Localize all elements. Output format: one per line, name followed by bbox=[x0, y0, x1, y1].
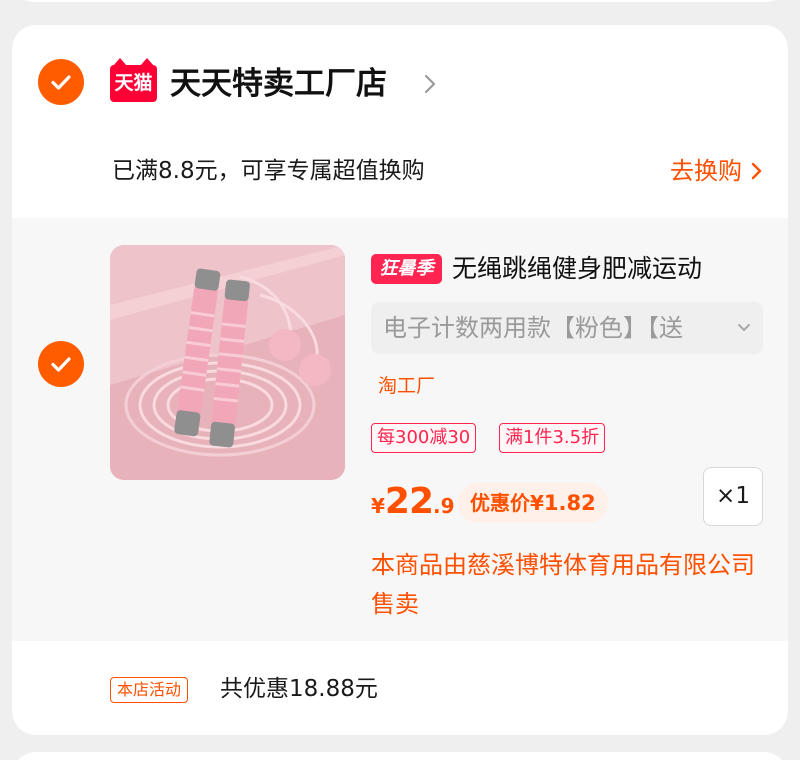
product-title[interactable]: 无绳跳绳健身肥减运动 bbox=[452, 249, 702, 289]
swap-purchase-label: 去换购 bbox=[670, 157, 742, 185]
price-integer: 22 bbox=[384, 481, 434, 522]
price-currency: ¥ bbox=[371, 494, 385, 518]
discount-price-badge: 优惠价¥1.82 bbox=[458, 483, 608, 523]
discount-currency: ¥ bbox=[530, 491, 544, 515]
factory-tag: 淘工厂 bbox=[378, 375, 436, 397]
check-icon bbox=[51, 357, 71, 372]
shop-activity-badge[interactable]: 本店活动 bbox=[110, 677, 189, 703]
shop-select-checkbox[interactable] bbox=[38, 59, 84, 105]
check-icon bbox=[51, 75, 71, 90]
sku-text: 电子计数两用款【粉色】【送 bbox=[383, 314, 683, 342]
discount-label: 优惠价 bbox=[470, 491, 530, 515]
swap-purchase-button[interactable]: 去换购 bbox=[670, 154, 764, 188]
sku-selector[interactable]: 电子计数两用款【粉色】【送 bbox=[371, 302, 763, 354]
next-card bbox=[12, 752, 788, 760]
chevron-right-icon[interactable] bbox=[422, 72, 438, 96]
jump-rope-image bbox=[110, 245, 345, 480]
total-discount-text[interactable]: 共优惠18.88元 bbox=[220, 672, 378, 706]
previous-card bbox=[12, 0, 788, 2]
discount-value: 1.82 bbox=[543, 491, 596, 515]
product-thumbnail[interactable] bbox=[110, 245, 345, 480]
coupon-badge: 每300减30 bbox=[371, 423, 477, 453]
shop-name-link[interactable]: 天天特卖工厂店 bbox=[170, 63, 387, 105]
promo-text: 已满8.8元，可享专属超值换购 bbox=[112, 158, 425, 184]
seller-note: 本商品由慈溪博特体育用品有限公司售卖 bbox=[371, 551, 755, 618]
coupon-badge: 满1件3.5折 bbox=[499, 423, 606, 453]
tmall-logo: 天猫 bbox=[110, 58, 157, 102]
chevron-down-icon bbox=[738, 324, 750, 331]
cart-shop-card: 天猫 天天特卖工厂店 已满8.8元，可享专属超值换购 去换购 狂暑季 无绳跳绳健… bbox=[12, 25, 788, 735]
chevron-right-icon bbox=[751, 162, 762, 180]
price-decimal: .9 bbox=[433, 494, 455, 518]
item-price: ¥22.9 bbox=[371, 481, 455, 522]
quantity-button[interactable]: ×1 bbox=[703, 467, 763, 526]
season-sale-tag: 狂暑季 bbox=[371, 254, 442, 284]
item-select-checkbox[interactable] bbox=[38, 341, 84, 387]
